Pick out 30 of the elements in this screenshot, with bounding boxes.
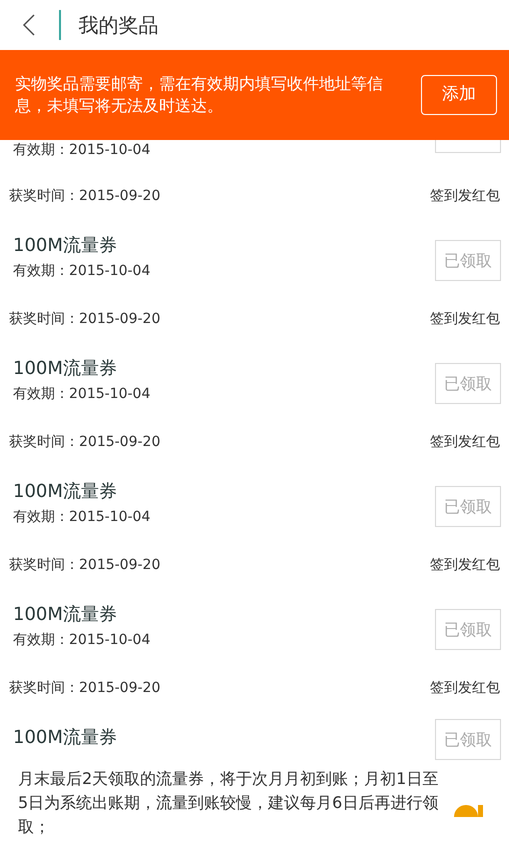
- back-icon[interactable]: [22, 14, 36, 36]
- prize-title: 100M流量券: [13, 726, 117, 750]
- prize-source: 签到发红包: [430, 556, 500, 574]
- validity-date: 有效期：2015-10-04: [13, 631, 150, 650]
- notice-text: 实物奖品需要邮寄，需在有效期内填写收件地址等信息，未填写将无法及时送达。: [15, 73, 384, 117]
- prize-title: 100M流量券: [13, 357, 118, 381]
- claimed-button[interactable]: 已领取: [435, 609, 501, 650]
- page-title: 我的奖品: [78, 12, 158, 39]
- prize-title: 100M流量券: [13, 480, 118, 504]
- claimed-button[interactable]: 已领取: [435, 240, 501, 281]
- prize-source: 签到发红包: [430, 186, 500, 206]
- award-time: 获奖时间：2015-09-20: [9, 556, 160, 574]
- prize-source: 签到发红包: [430, 678, 500, 698]
- validity-date: 有效期：2015-10-04: [13, 508, 150, 527]
- prize-title: 100M流量券: [13, 234, 118, 258]
- validity-date: 有效期：2015-10-04: [13, 141, 150, 160]
- validity-date: 有效期：2015-10-04: [13, 262, 150, 281]
- award-time: 获奖时间：2015-09-20: [9, 678, 160, 698]
- claimed-button[interactable]: 已领取: [435, 363, 501, 404]
- award-time: 获奖时间：2015-09-20: [9, 186, 160, 206]
- footnote-text: 月末最后2天领取的流量券，将于次月月初到账；月初1日至5日为系统出账期，流量到账较慢，建议每月6日后再进行领取；: [18, 768, 440, 838]
- prize-title: 100M流量券: [13, 603, 118, 627]
- prize-source: 签到发红包: [430, 432, 500, 452]
- claimed-button[interactable]: 已领取: [435, 719, 501, 760]
- award-time: 获奖时间：2015-09-20: [9, 310, 160, 328]
- add-button[interactable]: 添加: [421, 75, 497, 115]
- award-time: 获奖时间：2015-09-20: [9, 432, 160, 452]
- claimed-button[interactable]: 已领取: [435, 486, 501, 527]
- prize-source: 签到发红包: [430, 310, 500, 328]
- validity-date: 有效期：2015-10-04: [13, 385, 150, 404]
